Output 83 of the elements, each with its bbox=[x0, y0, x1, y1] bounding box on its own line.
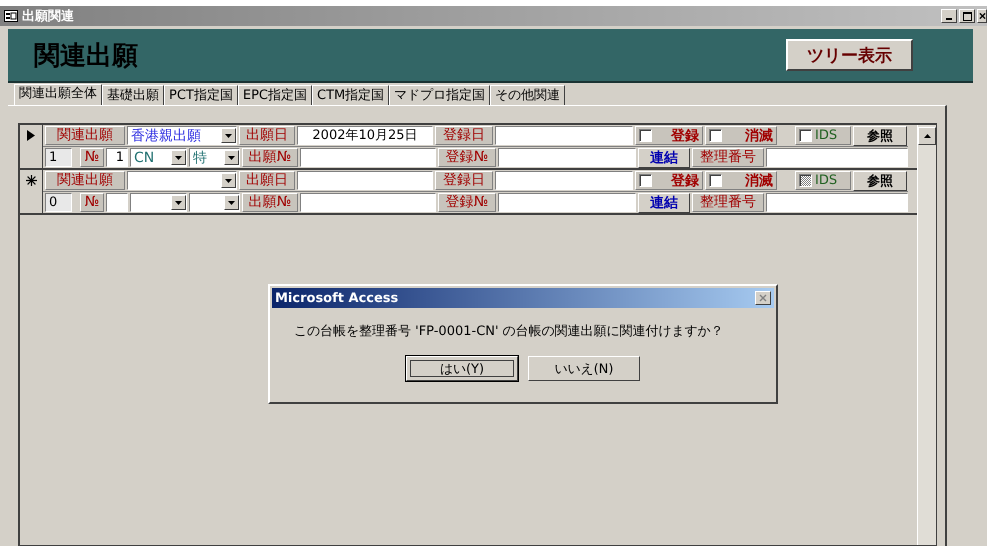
scroll-up-button[interactable] bbox=[918, 127, 936, 145]
checkbox[interactable] bbox=[709, 129, 722, 142]
field-label: 出願№ bbox=[242, 193, 298, 212]
text-field[interactable] bbox=[766, 193, 908, 212]
caret-icon bbox=[228, 200, 235, 204]
close-button[interactable] bbox=[755, 291, 771, 305]
tab[interactable]: 基礎出願 bbox=[102, 85, 164, 105]
maximize-button[interactable] bbox=[959, 9, 975, 23]
checkbox[interactable] bbox=[799, 129, 812, 142]
current-record-icon bbox=[27, 130, 35, 141]
text-field[interactable] bbox=[300, 148, 436, 167]
text-field[interactable] bbox=[106, 193, 128, 212]
form-title: 関連出願 bbox=[34, 40, 138, 72]
checkbox[interactable] bbox=[709, 174, 722, 187]
field-label: 整理番号 bbox=[692, 193, 764, 212]
dialog-button[interactable]: はい(Y) bbox=[406, 356, 518, 381]
new-record-icon bbox=[26, 175, 36, 186]
text-field[interactable] bbox=[297, 171, 433, 190]
text-field[interactable]: 1 bbox=[45, 148, 72, 167]
checkbox[interactable] bbox=[799, 174, 812, 187]
combo-box[interactable]: 特 bbox=[189, 148, 240, 167]
tab[interactable]: PCT指定国 bbox=[164, 85, 238, 105]
combo-box[interactable]: CN bbox=[130, 148, 187, 167]
maximize-icon bbox=[962, 12, 972, 20]
field-label: № bbox=[80, 148, 104, 167]
field-label: 出願№ bbox=[242, 148, 298, 167]
text-field[interactable] bbox=[300, 193, 436, 212]
field-label: 関連出願 bbox=[45, 171, 125, 190]
close-icon bbox=[979, 12, 986, 20]
checkbox-label: IDS bbox=[815, 173, 838, 188]
up-arrow-icon bbox=[924, 134, 930, 138]
text-field[interactable] bbox=[766, 148, 908, 167]
tab[interactable]: CTM指定国 bbox=[312, 85, 390, 105]
tab[interactable]: マドプロ指定国 bbox=[389, 85, 490, 105]
combo-box[interactable] bbox=[189, 193, 240, 212]
field-label: 登録№ bbox=[438, 193, 496, 212]
checkbox-label: 消滅 bbox=[745, 126, 773, 144]
form-icon bbox=[4, 10, 18, 22]
checkbox-label: 登録 bbox=[671, 126, 699, 144]
field-label: № bbox=[80, 193, 104, 212]
checkbox[interactable] bbox=[639, 174, 652, 187]
combo-box[interactable]: 香港親出願 bbox=[127, 126, 237, 145]
text-field[interactable] bbox=[495, 171, 633, 190]
dialog-message: この台帳を整理番号 'FP-0001-CN' の台帳の関連出願に関連付けますか？ bbox=[294, 323, 725, 340]
caret-icon bbox=[175, 200, 182, 204]
text-field[interactable] bbox=[495, 126, 633, 145]
dialog-title: Microsoft Access bbox=[275, 290, 398, 306]
field-label: 登録№ bbox=[438, 148, 496, 167]
close-icon bbox=[759, 294, 767, 302]
tab[interactable]: EPC指定国 bbox=[238, 85, 312, 105]
field-label: 整理番号 bbox=[692, 148, 764, 167]
checkbox-label: IDS bbox=[815, 128, 838, 143]
tree-view-button[interactable]: ツリー表示 bbox=[786, 39, 913, 71]
text-field[interactable]: 0 bbox=[45, 193, 72, 212]
reference-button[interactable]: 参照 bbox=[853, 170, 907, 190]
caret-icon bbox=[225, 134, 232, 138]
caret-icon bbox=[228, 156, 235, 160]
field-label: 登録日 bbox=[435, 126, 493, 145]
checkbox[interactable] bbox=[639, 129, 652, 142]
combo-box[interactable] bbox=[127, 171, 237, 190]
reference-button[interactable]: 参照 bbox=[853, 126, 907, 146]
minimize-button[interactable] bbox=[941, 9, 957, 23]
window-title: 出願関連 bbox=[22, 8, 74, 25]
checkbox-label: 消滅 bbox=[745, 172, 773, 190]
caret-icon bbox=[225, 178, 232, 182]
tab[interactable]: その他関連 bbox=[490, 85, 566, 105]
caret-icon bbox=[175, 156, 182, 160]
dialog-button[interactable]: いいえ(N) bbox=[528, 356, 640, 381]
field-label: 出願日 bbox=[239, 171, 295, 190]
field-label: 関連出願 bbox=[45, 126, 125, 145]
combo-box[interactable] bbox=[130, 193, 187, 212]
link-button[interactable]: 連結 bbox=[638, 192, 690, 212]
field-label: 登録日 bbox=[435, 171, 493, 190]
scroll-bar[interactable] bbox=[917, 125, 936, 545]
text-field[interactable]: 2002年10月25日 bbox=[297, 126, 433, 145]
close-button[interactable] bbox=[977, 9, 987, 23]
checkbox-label: 登録 bbox=[671, 172, 699, 190]
link-button[interactable]: 連結 bbox=[638, 148, 690, 168]
text-field[interactable]: 1 bbox=[106, 148, 128, 167]
field-label: 出願日 bbox=[239, 126, 295, 145]
tab[interactable]: 関連出願全体 bbox=[14, 84, 102, 105]
text-field[interactable] bbox=[498, 193, 636, 212]
text-field[interactable] bbox=[498, 148, 636, 167]
